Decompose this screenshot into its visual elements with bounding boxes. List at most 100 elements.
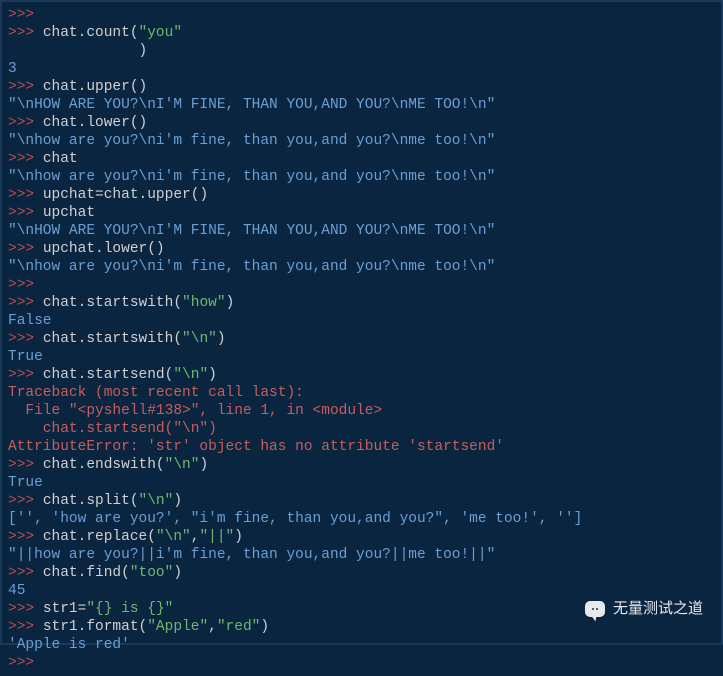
output-text: "||how are you?||i'm fine, than you,and … (8, 547, 495, 563)
output-text: "\nHOW ARE YOU?\nI'M FINE, THAN YOU,AND … (8, 223, 495, 239)
terminal-line: ) (8, 42, 715, 60)
string-literal: "\n" (173, 367, 208, 383)
output-text: 45 (8, 583, 25, 599)
string-literal: "\n" (156, 529, 191, 545)
code-text: ) (208, 367, 217, 383)
code-text: chat.split( (43, 493, 139, 509)
terminal-line: ['', 'how are you?', "i'm fine, than you… (8, 510, 715, 528)
terminal-line: "\nHOW ARE YOU?\nI'M FINE, THAN YOU,AND … (8, 96, 715, 114)
terminal-line: "\nhow are you?\ni'm fine, than you,and … (8, 168, 715, 186)
prompt-text: >>> (8, 655, 43, 671)
terminal-line: "\nhow are you?\ni'm fine, than you,and … (8, 132, 715, 150)
terminal-line: >>> chat.startswith("how") (8, 294, 715, 312)
output-text: "\nhow are you?\ni'm fine, than you,and … (8, 133, 495, 149)
output-text: "\nhow are you?\ni'm fine, than you,and … (8, 169, 495, 185)
wechat-icon (585, 601, 605, 617)
code-text: upchat=chat.upper() (43, 187, 208, 203)
prompt-text: >>> (8, 25, 43, 41)
terminal-line: >>> upchat=chat.upper() (8, 186, 715, 204)
terminal-line: >>> chat.startsend("\n") (8, 366, 715, 384)
code-text: ) (234, 529, 243, 545)
terminal-line: >>> upchat.lower() (8, 240, 715, 258)
code-text: ) (260, 619, 269, 635)
error-text: Traceback (most recent call last): (8, 385, 304, 401)
output-text: 3 (8, 61, 17, 77)
terminal-line: >>> (8, 276, 715, 294)
prompt-text: >>> (8, 7, 43, 23)
code-text: chat.startswith( (43, 331, 182, 347)
terminal-line: Traceback (most recent call last): (8, 384, 715, 402)
terminal-line: >>> chat.endswith("\n") (8, 456, 715, 474)
terminal-line: >>> chat.replace("\n","||") (8, 528, 715, 546)
terminal-line: True (8, 348, 715, 366)
code-text: upchat (43, 205, 95, 221)
code-text: ) (217, 331, 226, 347)
code-text: chat.startsend( (43, 367, 174, 383)
prompt-text: >>> (8, 277, 43, 293)
prompt-text: >>> (8, 115, 43, 131)
string-literal: "||" (199, 529, 234, 545)
terminal-line: 45 (8, 582, 715, 600)
code-text: chat.endswith( (43, 457, 165, 473)
prompt-text: >>> (8, 79, 43, 95)
prompt-text: >>> (8, 493, 43, 509)
prompt-text: >>> (8, 151, 43, 167)
terminal-line: >>> chat.startswith("\n") (8, 330, 715, 348)
output-text: 'Apple is red' (8, 637, 130, 653)
terminal-line: >>> str1.format("Apple","red") (8, 618, 715, 636)
terminal-line: False (8, 312, 715, 330)
string-literal: "\n" (165, 457, 200, 473)
string-literal: "too" (130, 565, 174, 581)
code-text: chat.replace( (43, 529, 156, 545)
terminal-line: >>> chat.split("\n") (8, 492, 715, 510)
terminal-output[interactable]: >>> >>> chat.count("you" )3>>> chat.uppe… (2, 2, 721, 676)
terminal-line: chat.startsend("\n") (8, 420, 715, 438)
prompt-text: >>> (8, 457, 43, 473)
terminal-line: AttributeError: 'str' object has no attr… (8, 438, 715, 456)
prompt-text: >>> (8, 565, 43, 581)
prompt-text: >>> (8, 601, 43, 617)
string-literal: "how" (182, 295, 226, 311)
terminal-line: "\nHOW ARE YOU?\nI'M FINE, THAN YOU,AND … (8, 222, 715, 240)
string-literal: "red" (217, 619, 261, 635)
code-text: str1= (43, 601, 87, 617)
string-literal: "Apple" (147, 619, 208, 635)
terminal-line: >>> chat.upper() (8, 78, 715, 96)
output-text: "\nHOW ARE YOU?\nI'M FINE, THAN YOU,AND … (8, 97, 495, 113)
output-text: ['', 'how are you?', "i'm fine, than you… (8, 511, 582, 527)
terminal-line: 'Apple is red' (8, 636, 715, 654)
terminal-line: >>> chat.lower() (8, 114, 715, 132)
code-text: chat.lower() (43, 115, 147, 131)
terminal-line: "||how are you?||i'm fine, than you,and … (8, 546, 715, 564)
prompt-text: >>> (8, 367, 43, 383)
terminal-line: >>> chat (8, 150, 715, 168)
code-text: chat.count( (43, 25, 139, 41)
code-text: ) (8, 43, 147, 59)
code-text: , (208, 619, 217, 635)
code-text: ) (199, 457, 208, 473)
code-text: upchat.lower() (43, 241, 165, 257)
terminal-line: >>> upchat (8, 204, 715, 222)
prompt-text: >>> (8, 187, 43, 203)
output-text: True (8, 475, 43, 491)
error-text: chat.startsend("\n") (8, 421, 217, 437)
terminal-line: >>> (8, 6, 715, 24)
code-text: chat (43, 151, 78, 167)
output-text: True (8, 349, 43, 365)
string-literal: "{} is {}" (86, 601, 173, 617)
code-text: ) (173, 565, 182, 581)
terminal-line: 3 (8, 60, 715, 78)
terminal-line: File "<pyshell#138>", line 1, in <module… (8, 402, 715, 420)
prompt-text: >>> (8, 529, 43, 545)
output-text: False (8, 313, 52, 329)
terminal-line: True (8, 474, 715, 492)
prompt-text: >>> (8, 295, 43, 311)
error-text: AttributeError: 'str' object has no attr… (8, 439, 504, 455)
prompt-text: >>> (8, 205, 43, 221)
code-text: str1.format( (43, 619, 147, 635)
terminal-line: >>> chat.find("too") (8, 564, 715, 582)
output-text: "\nhow are you?\ni'm fine, than you,and … (8, 259, 495, 275)
code-text: chat.upper() (43, 79, 147, 95)
watermark: 无量测试之道 (585, 600, 703, 618)
code-text: ) (226, 295, 235, 311)
